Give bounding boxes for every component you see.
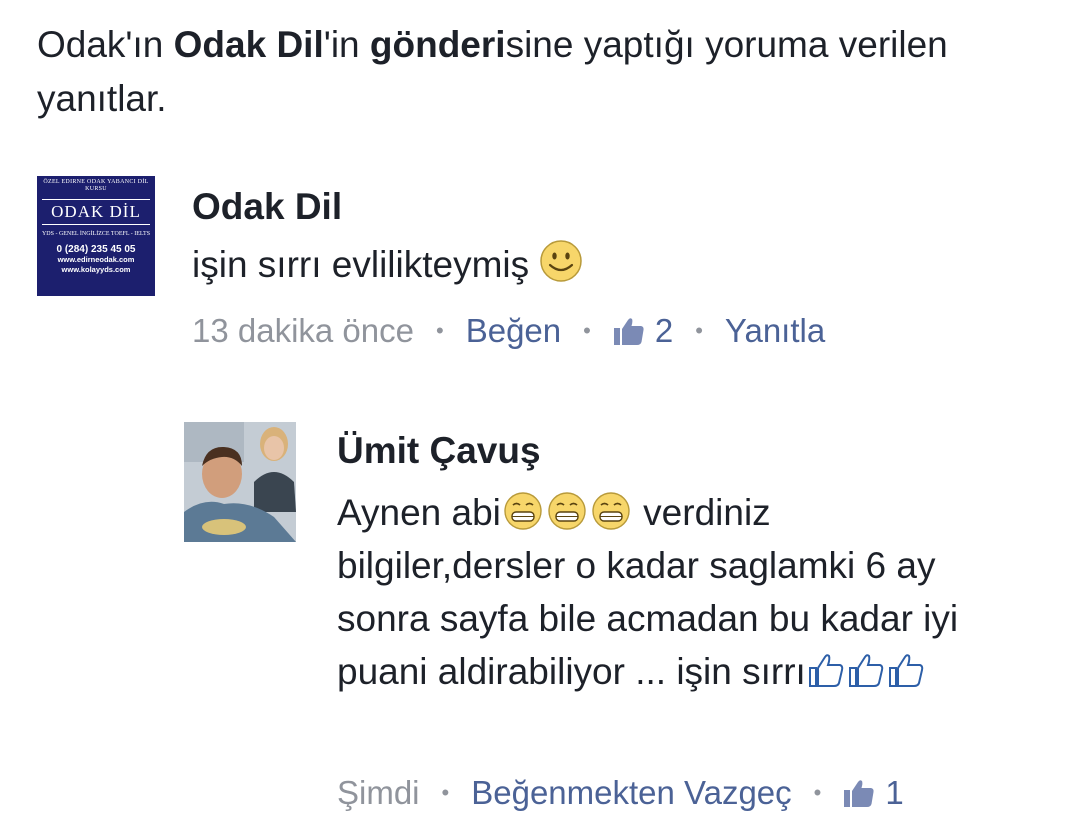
grin-emoji-icon bbox=[548, 492, 586, 530]
reply-button[interactable]: Yanıtla bbox=[725, 312, 825, 350]
timestamp[interactable]: Şimdi bbox=[337, 774, 420, 812]
comment-author[interactable]: Odak Dil bbox=[192, 186, 342, 228]
thumbs-up-emoji-icon bbox=[848, 654, 884, 687]
comment-meta: Şimdi • Beğenmekten Vazgeç • 1 bbox=[337, 774, 904, 812]
smile-emoji-icon bbox=[540, 240, 583, 282]
separator-dot: • bbox=[695, 318, 703, 343]
thumbs-up-icon bbox=[613, 318, 644, 345]
thumbs-up-emoji-icon bbox=[888, 654, 924, 687]
separator-dot: • bbox=[583, 318, 591, 343]
separator-dot: • bbox=[441, 780, 450, 805]
like-button[interactable]: Beğen bbox=[466, 312, 561, 350]
comment-meta: 13 dakika önce • Beğen • 2 • Yanıtla bbox=[192, 312, 825, 350]
post-link[interactable]: gönderi bbox=[370, 24, 506, 65]
comment-text: işin sırrı evlilikteymiş bbox=[192, 238, 583, 291]
page-name-link[interactable]: Odak Dil bbox=[174, 24, 324, 65]
profile-photo-icon bbox=[184, 422, 296, 542]
comment-text: Aynen abi verdiniz bilgiler,dersler o ka… bbox=[337, 492, 959, 692]
comment-author[interactable]: Ümit Çavuş bbox=[337, 430, 541, 472]
notification-header: Odak'ın Odak Dil'in gönderisine yaptığı … bbox=[37, 24, 948, 119]
like-count[interactable]: 2 bbox=[655, 312, 673, 350]
grin-emoji-icon bbox=[504, 492, 542, 530]
thumbs-up-icon bbox=[844, 780, 874, 807]
separator-dot: • bbox=[436, 318, 444, 343]
unlike-button[interactable]: Beğenmekten Vazgeç bbox=[471, 774, 791, 812]
thumbs-up-emoji-icon bbox=[808, 654, 844, 687]
grin-emoji-icon bbox=[592, 492, 630, 530]
separator-dot: • bbox=[813, 780, 822, 805]
avatar[interactable] bbox=[184, 422, 296, 542]
like-count[interactable]: 1 bbox=[885, 774, 903, 812]
avatar[interactable]: ÖZEL EDIRNE ODAK YABANCI DİL KURSU ODAK … bbox=[37, 176, 155, 296]
timestamp[interactable]: 13 dakika önce bbox=[192, 312, 414, 350]
